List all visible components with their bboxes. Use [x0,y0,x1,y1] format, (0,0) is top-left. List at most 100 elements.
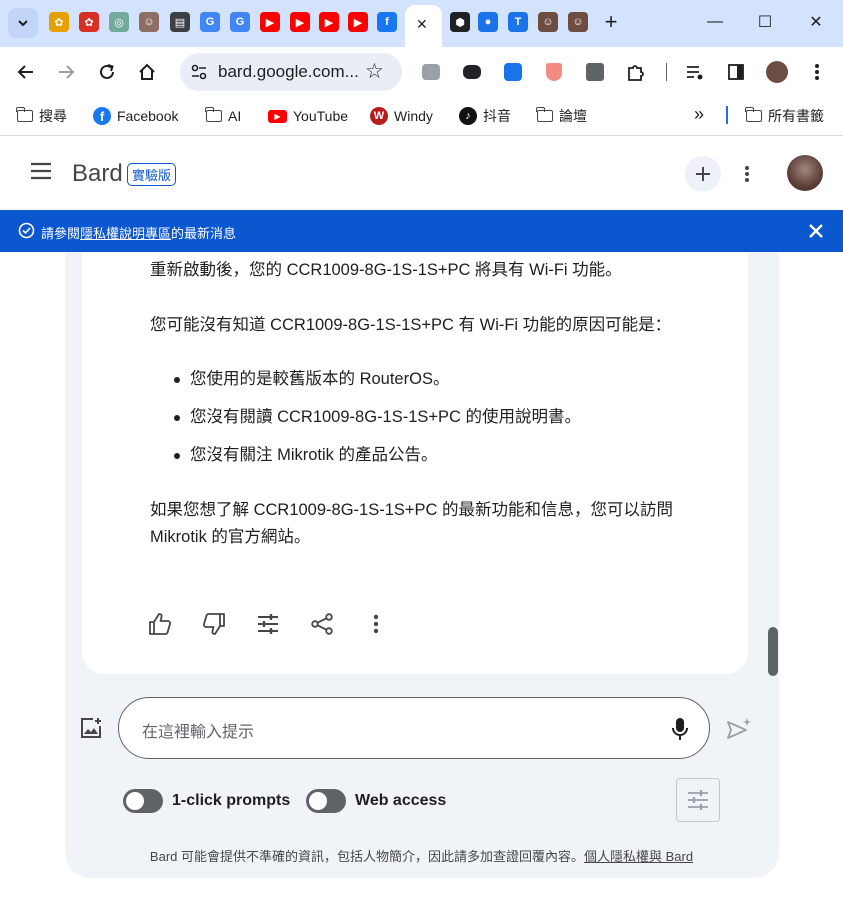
minimize-button[interactable]: — [703,10,727,34]
thumbs-up-icon [149,613,172,635]
prompt-settings-button[interactable] [676,778,720,822]
microphone-icon [672,718,688,740]
prompt-input[interactable]: 在這裡輸入提示 [118,697,710,759]
thumbs-down-button[interactable] [200,610,228,638]
thumbs-up-button[interactable] [146,610,174,638]
cube-icon[interactable]: ⬢ [450,12,470,32]
hamburger-menu-icon [31,162,51,180]
share-button[interactable] [308,610,336,638]
more-vert-icon [373,614,379,634]
toolbar-divider [666,63,667,81]
reload-icon [100,64,114,79]
shield-extension-icon[interactable] [543,61,565,83]
send-button[interactable] [726,716,752,747]
web-access-toggle[interactable] [306,789,346,813]
profile-avatar[interactable] [766,61,788,83]
bullet-marker [174,453,180,459]
app-title[interactable]: Bard [72,160,123,188]
toggle-knob [309,792,327,810]
bookmark-ai[interactable]: AI [205,106,241,126]
close-window-button[interactable]: ✕ [804,10,828,34]
forward-button[interactable] [55,61,77,83]
avatar-tab-icon-3[interactable]: ☺ [568,12,588,32]
active-tab-bard[interactable]: ✕ [405,5,442,47]
youtube-icon-3[interactable]: ▶ [319,12,339,32]
home-button[interactable] [136,61,158,83]
mixed-icon-1[interactable]: ✿ [49,12,69,32]
folder-icon [205,107,222,122]
bullet-marker [174,377,180,383]
windy-icon: W [370,107,388,125]
browser-menu-button[interactable] [806,61,828,83]
mixed-icon-2[interactable]: ✿ [79,12,99,32]
scrollbar-thumb[interactable] [768,627,778,676]
main-menu-button[interactable] [30,162,52,185]
tab-search-button[interactable] [8,8,38,38]
bookmarks-divider [726,106,728,124]
star-icon[interactable]: ☆ [365,59,384,84]
thumbs-down-icon [202,613,225,635]
send-sparkle-icon [727,718,751,739]
bookmark-douyin[interactable]: ♪ 抖音 [459,106,511,126]
one-click-prompts-label: 1-click prompts [172,792,291,809]
upload-image-button[interactable] [79,716,103,745]
facebook-icon[interactable]: f [377,12,397,32]
more-vert-icon [815,64,819,80]
media-control-icon[interactable] [684,61,706,83]
extensions-puzzle-icon[interactable] [625,61,647,83]
app-more-button[interactable] [744,165,750,188]
bookmark-forum[interactable]: 論壇 [536,106,587,126]
response-paragraph: 如果您想了解 CCR1009-8G-1S-1S+PC 的最新功能和信息，您可以訪… [150,501,674,519]
bookmark-facebook[interactable]: f Facebook [93,106,178,126]
back-arrow-icon [17,65,33,79]
privacy-link[interactable]: 個人隱私權與 Bard [584,849,693,864]
address-bar[interactable]: bard.google.com... ☆ [180,53,402,91]
privacy-hub-link[interactable]: 隱私權說明專區 [80,226,171,241]
mask-extension-icon[interactable] [461,61,483,83]
response-bullet: 您沒有閱讀 CCR1009-8G-1S-1S+PC 的使用說明書。 [190,408,582,426]
side-panel-icon[interactable] [725,61,747,83]
address-text[interactable]: bard.google.com... [218,62,359,82]
google-icon-1[interactable]: G [200,12,220,32]
bookmarks-overflow-button[interactable]: » [694,104,704,124]
google-icon-2[interactable]: G [230,12,250,32]
response-paragraph: Mikrotik 的官方網站。 [150,528,311,546]
new-tab-button[interactable]: + [599,9,623,34]
toggle-knob [126,792,144,810]
openai-icon[interactable]: ◎ [109,12,129,32]
document-icon[interactable]: ▤ [170,12,190,32]
modify-response-button[interactable] [254,610,282,638]
close-icon[interactable]: ✕ [416,16,428,33]
web-access-label: Web access [355,792,447,809]
bullet-marker [174,415,180,421]
back-button[interactable] [15,61,37,83]
t-icon[interactable]: T [508,12,528,32]
dismiss-banner-button[interactable] [808,223,824,244]
youtube-icon-1[interactable]: ▶ [260,12,280,32]
reload-button[interactable] [96,61,118,83]
all-bookmarks-button[interactable]: 所有書籤 [745,106,824,126]
line-extension-icon[interactable] [420,61,442,83]
more-options-button[interactable] [362,610,390,638]
response-paragraph: 您可能沒有知道 CCR1009-8G-1S-1S+PC 有 Wi-Fi 功能的原… [150,316,672,334]
bookmark-search[interactable]: 搜尋 [16,106,67,126]
youtube-icon-4[interactable]: ▶ [348,12,368,32]
bookmark-youtube[interactable]: ▶ YouTube [268,106,348,126]
download-extension-icon[interactable] [584,61,606,83]
plus-icon [696,167,710,181]
avatar-tab-icon[interactable]: ☺ [139,12,159,32]
bookmark-windy[interactable]: W Windy [370,106,433,126]
avatar-tab-icon-2[interactable]: ☺ [538,12,558,32]
new-chat-button[interactable] [685,156,721,192]
account-icon[interactable]: ● [478,12,498,32]
one-click-prompts-toggle[interactable] [123,789,163,813]
experiment-badge: 實驗版 [127,163,177,186]
maximize-button[interactable]: ☐ [753,10,777,34]
site-settings-icon[interactable] [190,63,208,86]
bookmark-extension-icon[interactable] [502,61,524,83]
folder-icon [536,107,553,122]
user-avatar[interactable] [787,155,823,191]
close-icon [809,224,823,238]
microphone-button[interactable] [672,717,688,746]
youtube-icon-2[interactable]: ▶ [290,12,310,32]
